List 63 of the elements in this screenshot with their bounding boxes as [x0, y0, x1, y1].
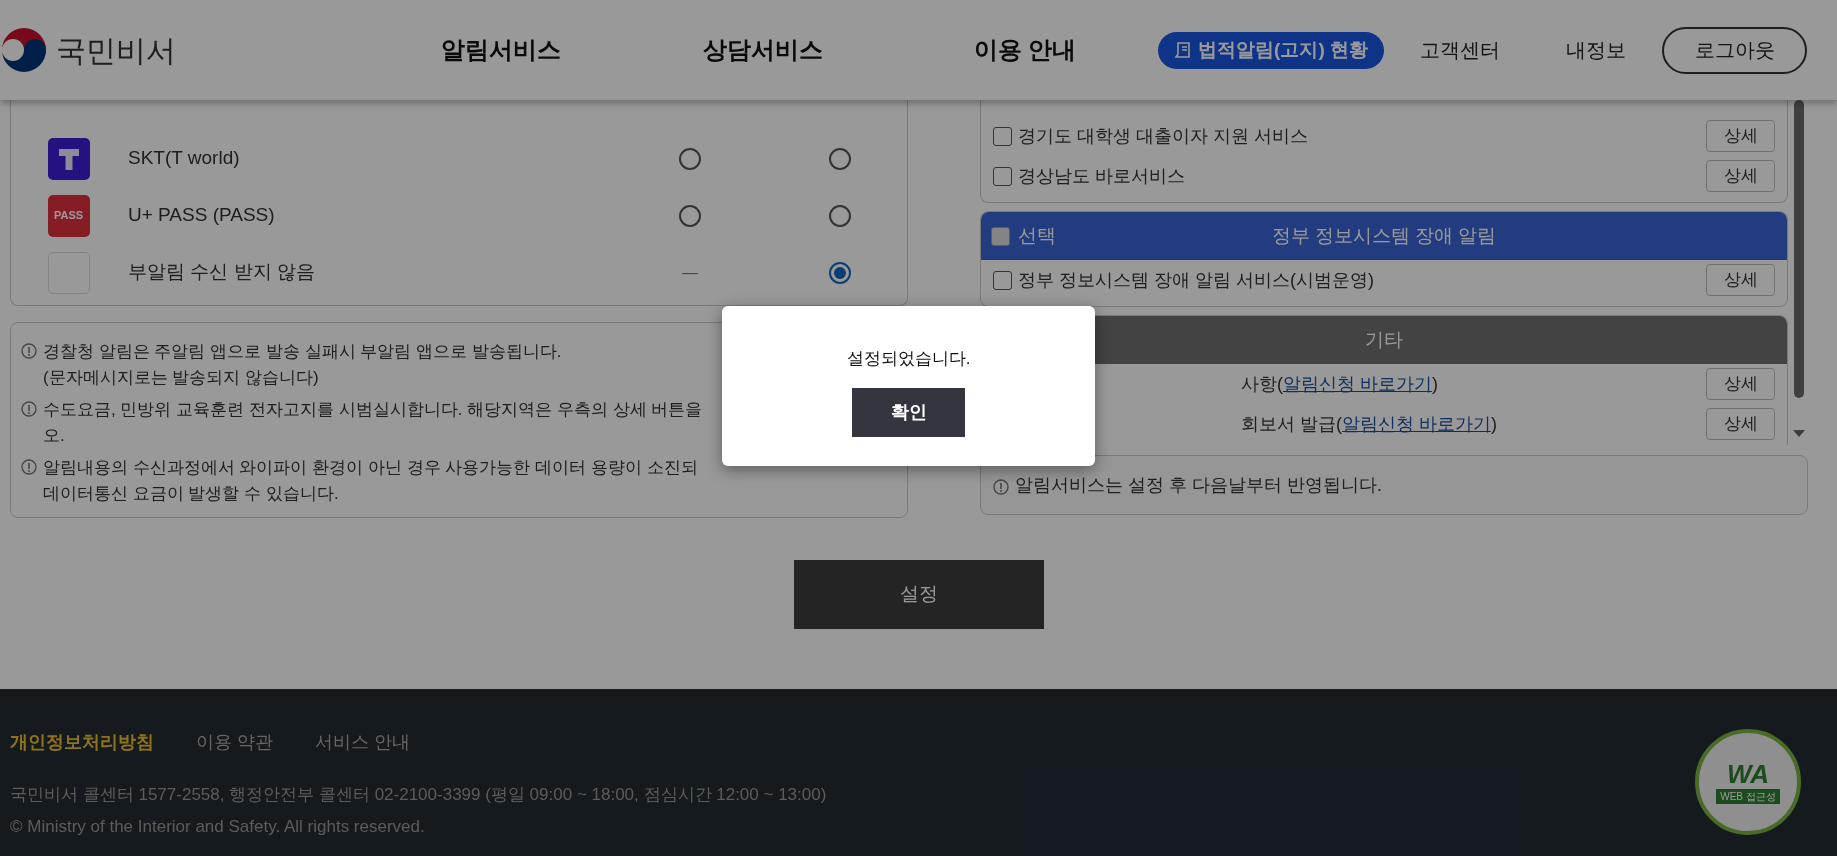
scroll-down-icon [1793, 430, 1805, 437]
scrollbar-thumb[interactable] [1794, 100, 1804, 398]
service-label: 경상남도 바로서비스 [1018, 164, 1185, 188]
group-title: 기타 [1365, 327, 1403, 352]
info-icon [993, 479, 1009, 495]
nav-link[interactable]: 상담서비스 [632, 32, 894, 68]
info-icon [21, 459, 37, 475]
settings-button[interactable]: 설정 [793, 560, 1044, 629]
checkbox[interactable] [993, 270, 1012, 290]
service-label: 회보서 발급(알림신청 바로가기) [1241, 412, 1497, 436]
service-label: 경기도 대학생 대출이자 지원 서비스 [1018, 124, 1308, 148]
checkbox[interactable] [993, 126, 1012, 146]
service-link[interactable]: 알림신청 바로가기 [1283, 373, 1432, 394]
footer-link[interactable]: 이용 약관 [196, 729, 273, 756]
copyright-text: © Ministry of the Interior and Safety. All rights reserved. [10, 815, 425, 838]
app-name: U+ PASS (PASS) [127, 203, 276, 228]
badge-caption: WEB 접근성 [1716, 788, 1780, 804]
detail-button[interactable]: 상세 [1706, 408, 1775, 440]
header-link[interactable]: 고객센터 [1420, 35, 1500, 65]
header-link[interactable]: 내정보 [1566, 35, 1626, 65]
badge-mark: WA [1727, 760, 1769, 787]
note-text: 수도요금, 민방위 교육훈련 전자고지를 시범실시합니다. 해당지역은 우측의 상세 버튼을 [43, 399, 703, 421]
note-text: 경찰청 알림은 주알림 앱으로 발송 실패시 부알림 앱으로 발송됩니다. [43, 341, 562, 363]
radio-button[interactable] [829, 147, 851, 170]
service-label: 사항(알림신청 바로가기) [1241, 372, 1438, 396]
note-text: (문자메시지로는 발송되지 않습니다) [43, 367, 320, 389]
app-icon [47, 137, 90, 180]
confirm-button[interactable]: 확인 [852, 387, 965, 437]
legal-notice-button[interactable]: 법적알림(고지) 현황 [1158, 31, 1384, 69]
contact-text: 국민비서 콜센터 1577-2558, 행정안전부 콜센터 02-2100-3399 (평일 09:00 ~ 18:00, 점심시간 12:00 ~ 13:00) [10, 784, 827, 806]
app-name: 부알림 수신 받지 않음 [127, 260, 316, 285]
footer-link[interactable]: 개인정보처리방침 [10, 729, 154, 756]
dash-text: — [682, 262, 698, 283]
logo-text[interactable]: 국민비서 [56, 27, 176, 73]
note-text: 알림서비스는 설정 후 다음날부터 반영됩니다. [1015, 473, 1382, 497]
group-title: 정부 정보시스템 장애 알림 [1271, 223, 1497, 248]
app-name: SKT(T world) [127, 146, 241, 171]
radio-button[interactable] [829, 261, 851, 284]
detail-button[interactable]: 상세 [1706, 160, 1775, 192]
radio-button[interactable] [679, 147, 701, 170]
footer-link[interactable]: 서비스 안내 [315, 729, 411, 756]
service-label: 정부 정보시스템 장애 알림 서비스(시범운영) [1018, 268, 1374, 292]
note-text: 알림내용의 수신과정에서 와이파이 환경이 아닌 경우 사용가능한 데이터 용량이 소진되 [43, 457, 698, 479]
detail-button[interactable]: 상세 [1706, 264, 1775, 296]
logout-button[interactable]: 로그아웃 [1662, 26, 1807, 74]
checkbox[interactable] [991, 226, 1010, 246]
nav-link[interactable]: 이용 안내 [894, 32, 1156, 68]
detail-button[interactable]: 상세 [1706, 120, 1775, 152]
info-icon [21, 401, 37, 417]
logo-icon [0, 26, 48, 74]
note-text: 오. [43, 425, 66, 447]
service-link[interactable]: 알림신청 바로가기 [1342, 413, 1491, 434]
note-text: 데이터통신 요금이 발생할 수 있습니다. [43, 483, 340, 505]
checkbox[interactable] [993, 166, 1012, 186]
app-icon: PASS [47, 194, 90, 237]
document-icon [1174, 40, 1193, 60]
radio-button[interactable] [679, 204, 701, 227]
info-icon [21, 343, 37, 359]
radio-button[interactable] [829, 204, 851, 227]
dialog-message: 설정되었습니다. [846, 348, 971, 370]
select-label: 선택 [1018, 223, 1056, 248]
nav-link[interactable]: 알림서비스 [370, 32, 632, 68]
detail-button[interactable]: 상세 [1706, 368, 1775, 400]
